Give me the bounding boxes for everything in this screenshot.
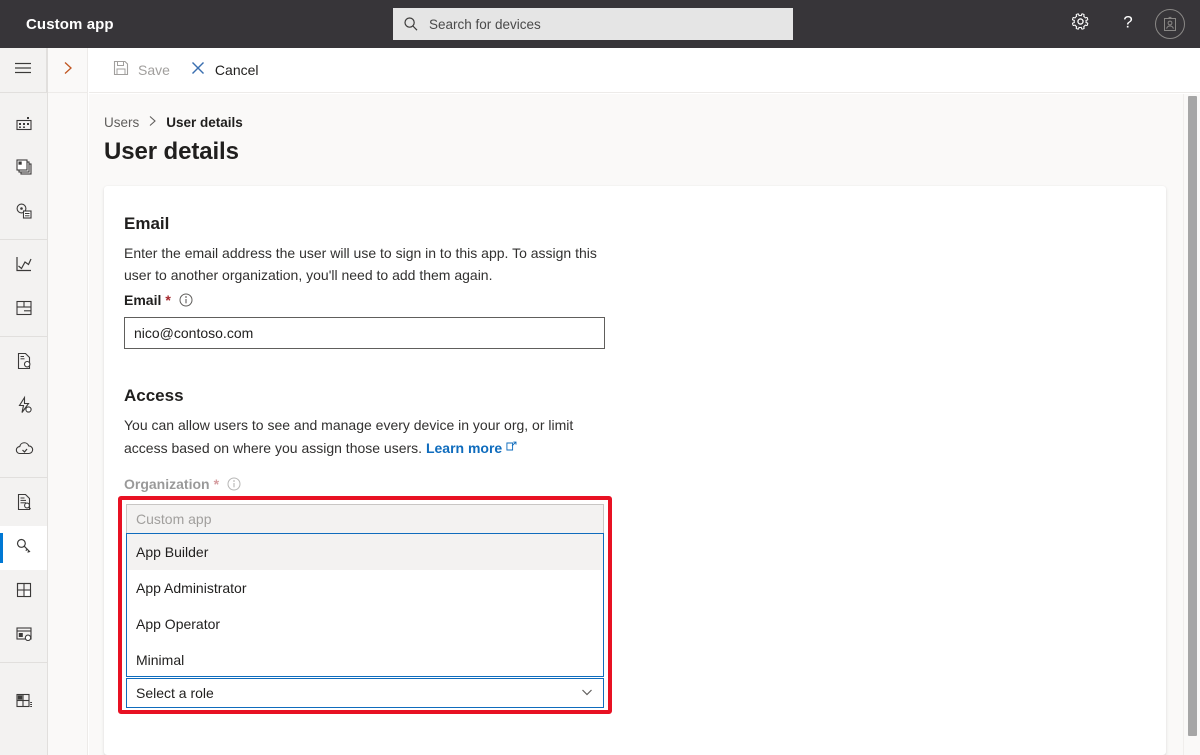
email-label-text: Email <box>124 292 162 308</box>
search-icon <box>403 16 419 32</box>
expand-nav-pane-button[interactable] <box>48 48 88 93</box>
vertical-scrollbar[interactable] <box>1183 94 1200 755</box>
rules-icon <box>14 395 34 420</box>
dashboards-icon <box>14 298 34 323</box>
organization-select[interactable]: Custom app <box>126 504 604 534</box>
sidebar-item-devices[interactable] <box>0 103 47 147</box>
device-templates-icon <box>14 201 34 226</box>
hamburger-menu-icon <box>13 61 33 80</box>
top-bar-actions: ? <box>1056 0 1200 48</box>
svg-text:?: ? <box>1123 12 1132 31</box>
email-required-marker: * <box>165 292 171 308</box>
save-button-label: Save <box>138 62 170 78</box>
sidebar-item-customize-app[interactable] <box>0 614 47 658</box>
dropdown-option-app-builder[interactable]: App Builder <box>127 534 603 570</box>
email-field-label: Email * <box>124 292 193 308</box>
info-circle-icon[interactable] <box>179 293 193 307</box>
gear-icon <box>1071 12 1090 36</box>
role-combobox[interactable]: Select a role <box>126 678 604 708</box>
sidebar-item-app-settings[interactable] <box>0 570 47 614</box>
sidebar-item-jobs[interactable] <box>0 429 47 473</box>
customize-app-icon <box>14 624 34 649</box>
settings-button[interactable] <box>1056 0 1104 48</box>
app-title: Custom app <box>26 15 114 33</box>
access-section-description: You can allow users to see and manage ev… <box>124 414 594 459</box>
breadcrumb-current: User details <box>166 115 243 130</box>
sidebar-item-data-export[interactable] <box>0 341 47 385</box>
nav-pane-column <box>48 93 88 755</box>
organization-selected-value: Custom app <box>136 511 212 527</box>
chevron-right-icon <box>59 59 77 82</box>
dropdown-option-minimal[interactable]: Minimal <box>127 642 603 678</box>
cancel-button-label: Cancel <box>214 62 259 78</box>
sidebar-item-rules[interactable] <box>0 385 47 429</box>
access-section-heading: Access <box>124 386 184 405</box>
dropdown-option-label: App Builder <box>136 544 209 560</box>
device-groups-icon <box>14 157 34 182</box>
breadcrumb-users-link[interactable]: Users <box>104 115 139 130</box>
analytics-icon <box>14 254 34 279</box>
dropdown-option-label: Minimal <box>136 652 185 668</box>
page-title: User details <box>104 138 239 165</box>
jobs-icon <box>14 439 34 464</box>
permissions-key-icon <box>14 536 34 561</box>
sidebar-item-permissions[interactable] <box>0 526 47 570</box>
breadcrumb: Users User details <box>104 115 243 130</box>
rail-divider <box>0 662 47 663</box>
dropdown-option-app-operator[interactable]: App Operator <box>127 606 603 642</box>
sidebar-item-device-templates[interactable] <box>0 191 47 235</box>
rail-divider <box>0 336 47 337</box>
scrollbar-thumb[interactable] <box>1188 96 1197 736</box>
account-button[interactable] <box>1152 0 1200 48</box>
rail-divider <box>0 239 47 240</box>
close-x-icon <box>190 60 206 81</box>
sidebar-item-dashboards[interactable] <box>0 288 47 332</box>
sidebar-item-app-gallery[interactable] <box>0 681 47 725</box>
audit-log-icon <box>14 492 34 517</box>
email-section-heading: Email <box>124 214 170 233</box>
sidebar-item-device-groups[interactable] <box>0 147 47 191</box>
email-section-description: Enter the email address the user will us… <box>124 245 597 283</box>
app-gallery-icon <box>14 691 34 716</box>
sidebar-item-audit-log[interactable] <box>0 482 47 526</box>
organization-label-text: Organization <box>124 476 210 492</box>
rail-divider <box>0 477 47 478</box>
help-button[interactable]: ? <box>1104 0 1152 48</box>
command-bar: Save Cancel <box>89 48 1200 93</box>
data-export-icon <box>14 351 34 376</box>
hamburger-menu-button[interactable] <box>0 48 47 93</box>
top-header-bar: Custom app ? <box>0 0 1200 48</box>
role-combobox-value: Select a role <box>136 685 214 701</box>
organization-required-marker: * <box>213 476 220 492</box>
email-input[interactable] <box>124 317 605 349</box>
learn-more-link[interactable]: Learn more <box>426 440 502 456</box>
global-search-box[interactable] <box>393 8 793 40</box>
app-layout-icon <box>14 580 34 605</box>
question-mark-icon: ? <box>1118 12 1138 37</box>
organization-field-label: Organization * <box>124 476 241 492</box>
search-input[interactable] <box>429 12 769 36</box>
cancel-button[interactable]: Cancel <box>180 52 269 88</box>
save-disk-icon <box>113 60 129 81</box>
dropdown-option-label: App Administrator <box>136 580 247 596</box>
external-link-icon <box>506 436 517 458</box>
dropdown-option-app-administrator[interactable]: App Administrator <box>127 570 603 606</box>
breadcrumb-separator-icon <box>148 115 157 130</box>
info-circle-icon[interactable] <box>227 477 241 491</box>
sidebar-item-analytics[interactable] <box>0 244 47 288</box>
left-navigation-rail <box>0 48 48 755</box>
chevron-down-icon[interactable] <box>580 685 594 702</box>
devices-icon <box>14 113 34 138</box>
account-avatar-icon <box>1155 9 1185 39</box>
save-button[interactable]: Save <box>103 52 180 88</box>
dropdown-option-label: App Operator <box>136 616 221 632</box>
role-dropdown-list[interactable]: App Builder App Administrator App Operat… <box>126 533 604 677</box>
